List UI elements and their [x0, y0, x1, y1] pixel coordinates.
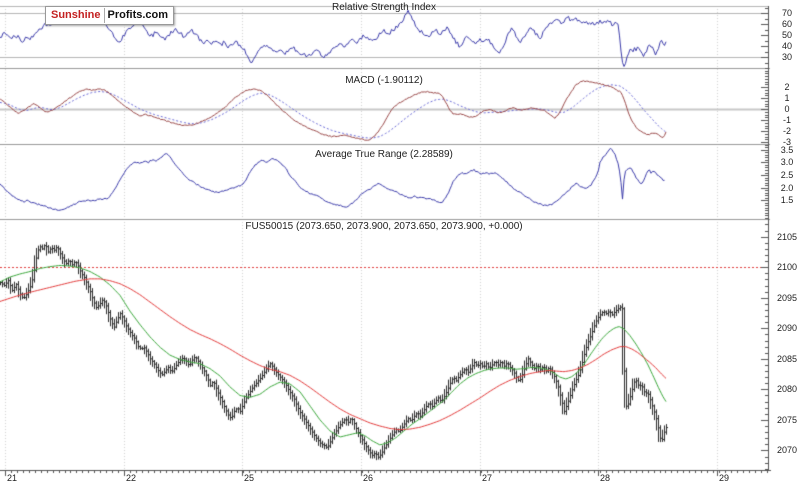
y-axis-label-price: 2100	[771, 262, 800, 273]
y-axis-label-atr: 2.5	[771, 170, 800, 181]
y-axis-label-macd: 0	[771, 104, 800, 115]
x-axis-day-label: 28	[600, 473, 610, 483]
x-axis-day-label: 22	[126, 473, 136, 483]
x-axis-day-label: 27	[482, 473, 492, 483]
y-axis-label-price: 2085	[771, 354, 800, 365]
y-axis-label-atr: 2.0	[771, 183, 800, 194]
y-axis-label-price: 2070	[771, 445, 800, 456]
y-axis-label-rsi: 60	[771, 19, 800, 30]
y-axis-label-atr: 3.0	[771, 157, 800, 168]
y-axis-label-rsi: 30	[771, 52, 800, 63]
y-axis-label-atr: 1.5	[771, 195, 800, 206]
y-axis-label-macd: -2	[771, 126, 800, 137]
y-axis-label-rsi: 50	[771, 30, 800, 41]
x-axis-day-label: 29	[719, 473, 729, 483]
y-axis-label-price: 2090	[771, 323, 800, 334]
y-axis-label-atr: 3.5	[771, 145, 800, 156]
chart-window: Relative Strength Index MACD (-1.90112) …	[0, 0, 800, 489]
y-axis-label-macd: 1	[771, 93, 800, 104]
y-axis-label-rsi: 70	[771, 8, 800, 19]
y-axis-label-macd: 2	[771, 82, 800, 93]
chart-canvas	[0, 0, 800, 489]
sunshine-profits-logo: Sunshine Profits.com	[45, 6, 174, 25]
y-axis-label-price: 2075	[771, 415, 800, 426]
y-axis-label-price: 2095	[771, 293, 800, 304]
y-axis-label-price: 2105	[771, 232, 800, 243]
logo-text-red: Sunshine	[46, 8, 104, 23]
x-axis-day-label: 26	[363, 473, 373, 483]
y-axis-label-macd: -1	[771, 115, 800, 126]
x-axis-day-label: 21	[7, 473, 17, 483]
y-axis-label-price: 2080	[771, 384, 800, 395]
x-axis-day-label: 25	[244, 473, 254, 483]
y-axis-label-rsi: 40	[771, 41, 800, 52]
logo-text-black: Profits.com	[104, 8, 174, 23]
